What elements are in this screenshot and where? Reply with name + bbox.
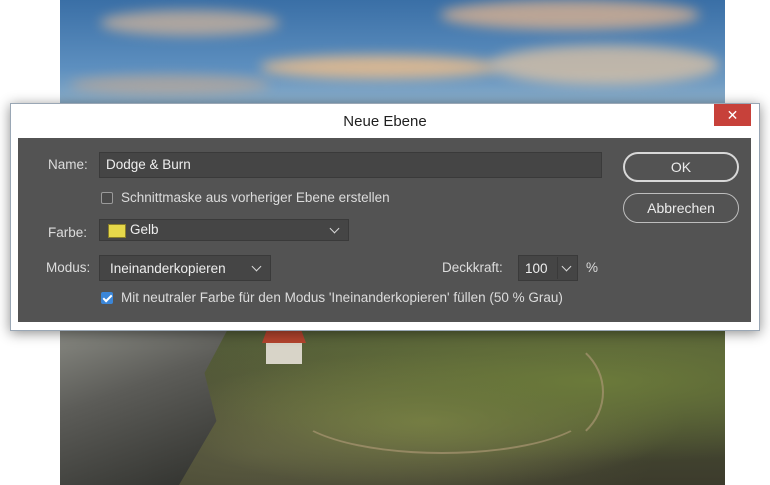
color-swatch	[108, 224, 126, 238]
opacity-dropdown-icon[interactable]	[561, 261, 572, 272]
dialog-body: Name: Dodge & Burn Schnittmaske aus vorh…	[18, 138, 751, 322]
close-icon: ✕	[726, 106, 739, 123]
cancel-button[interactable]: Abbrechen	[623, 193, 739, 223]
color-select-value: Gelb	[130, 222, 159, 237]
mode-select[interactable]: Ineinanderkopieren	[99, 255, 271, 281]
mountain-hut	[266, 340, 302, 364]
fill-neutral-label: Mit neutraler Farbe für den Modus 'Inein…	[121, 290, 563, 305]
mode-label: Modus:	[46, 260, 91, 275]
new-layer-dialog: Neue Ebene ✕ Name: Dodge & Burn Schnittm…	[10, 103, 760, 331]
opacity-value: 100	[525, 261, 548, 276]
clip-mask-checkbox[interactable]	[101, 192, 113, 204]
name-label: Name:	[48, 157, 88, 172]
opacity-label: Deckkraft:	[442, 260, 503, 275]
chevron-down-icon	[329, 223, 340, 234]
ok-button[interactable]: OK	[623, 152, 739, 182]
color-label: Farbe:	[48, 225, 88, 240]
chevron-down-icon	[251, 261, 262, 272]
mode-select-value: Ineinanderkopieren	[110, 261, 226, 276]
name-input-value: Dodge & Burn	[106, 157, 191, 172]
color-select[interactable]: Gelb	[99, 219, 349, 241]
title-bar: Neue Ebene ✕	[11, 104, 759, 138]
opacity-unit: %	[586, 260, 599, 275]
close-button[interactable]: ✕	[714, 104, 751, 126]
opacity-input[interactable]: 100	[518, 255, 578, 281]
clip-mask-label: Schnittmaske aus vorheriger Ebene erstel…	[121, 190, 390, 205]
fill-neutral-checkbox[interactable]	[101, 292, 113, 304]
name-input[interactable]: Dodge & Burn	[99, 152, 602, 178]
dialog-title: Neue Ebene	[343, 113, 427, 130]
